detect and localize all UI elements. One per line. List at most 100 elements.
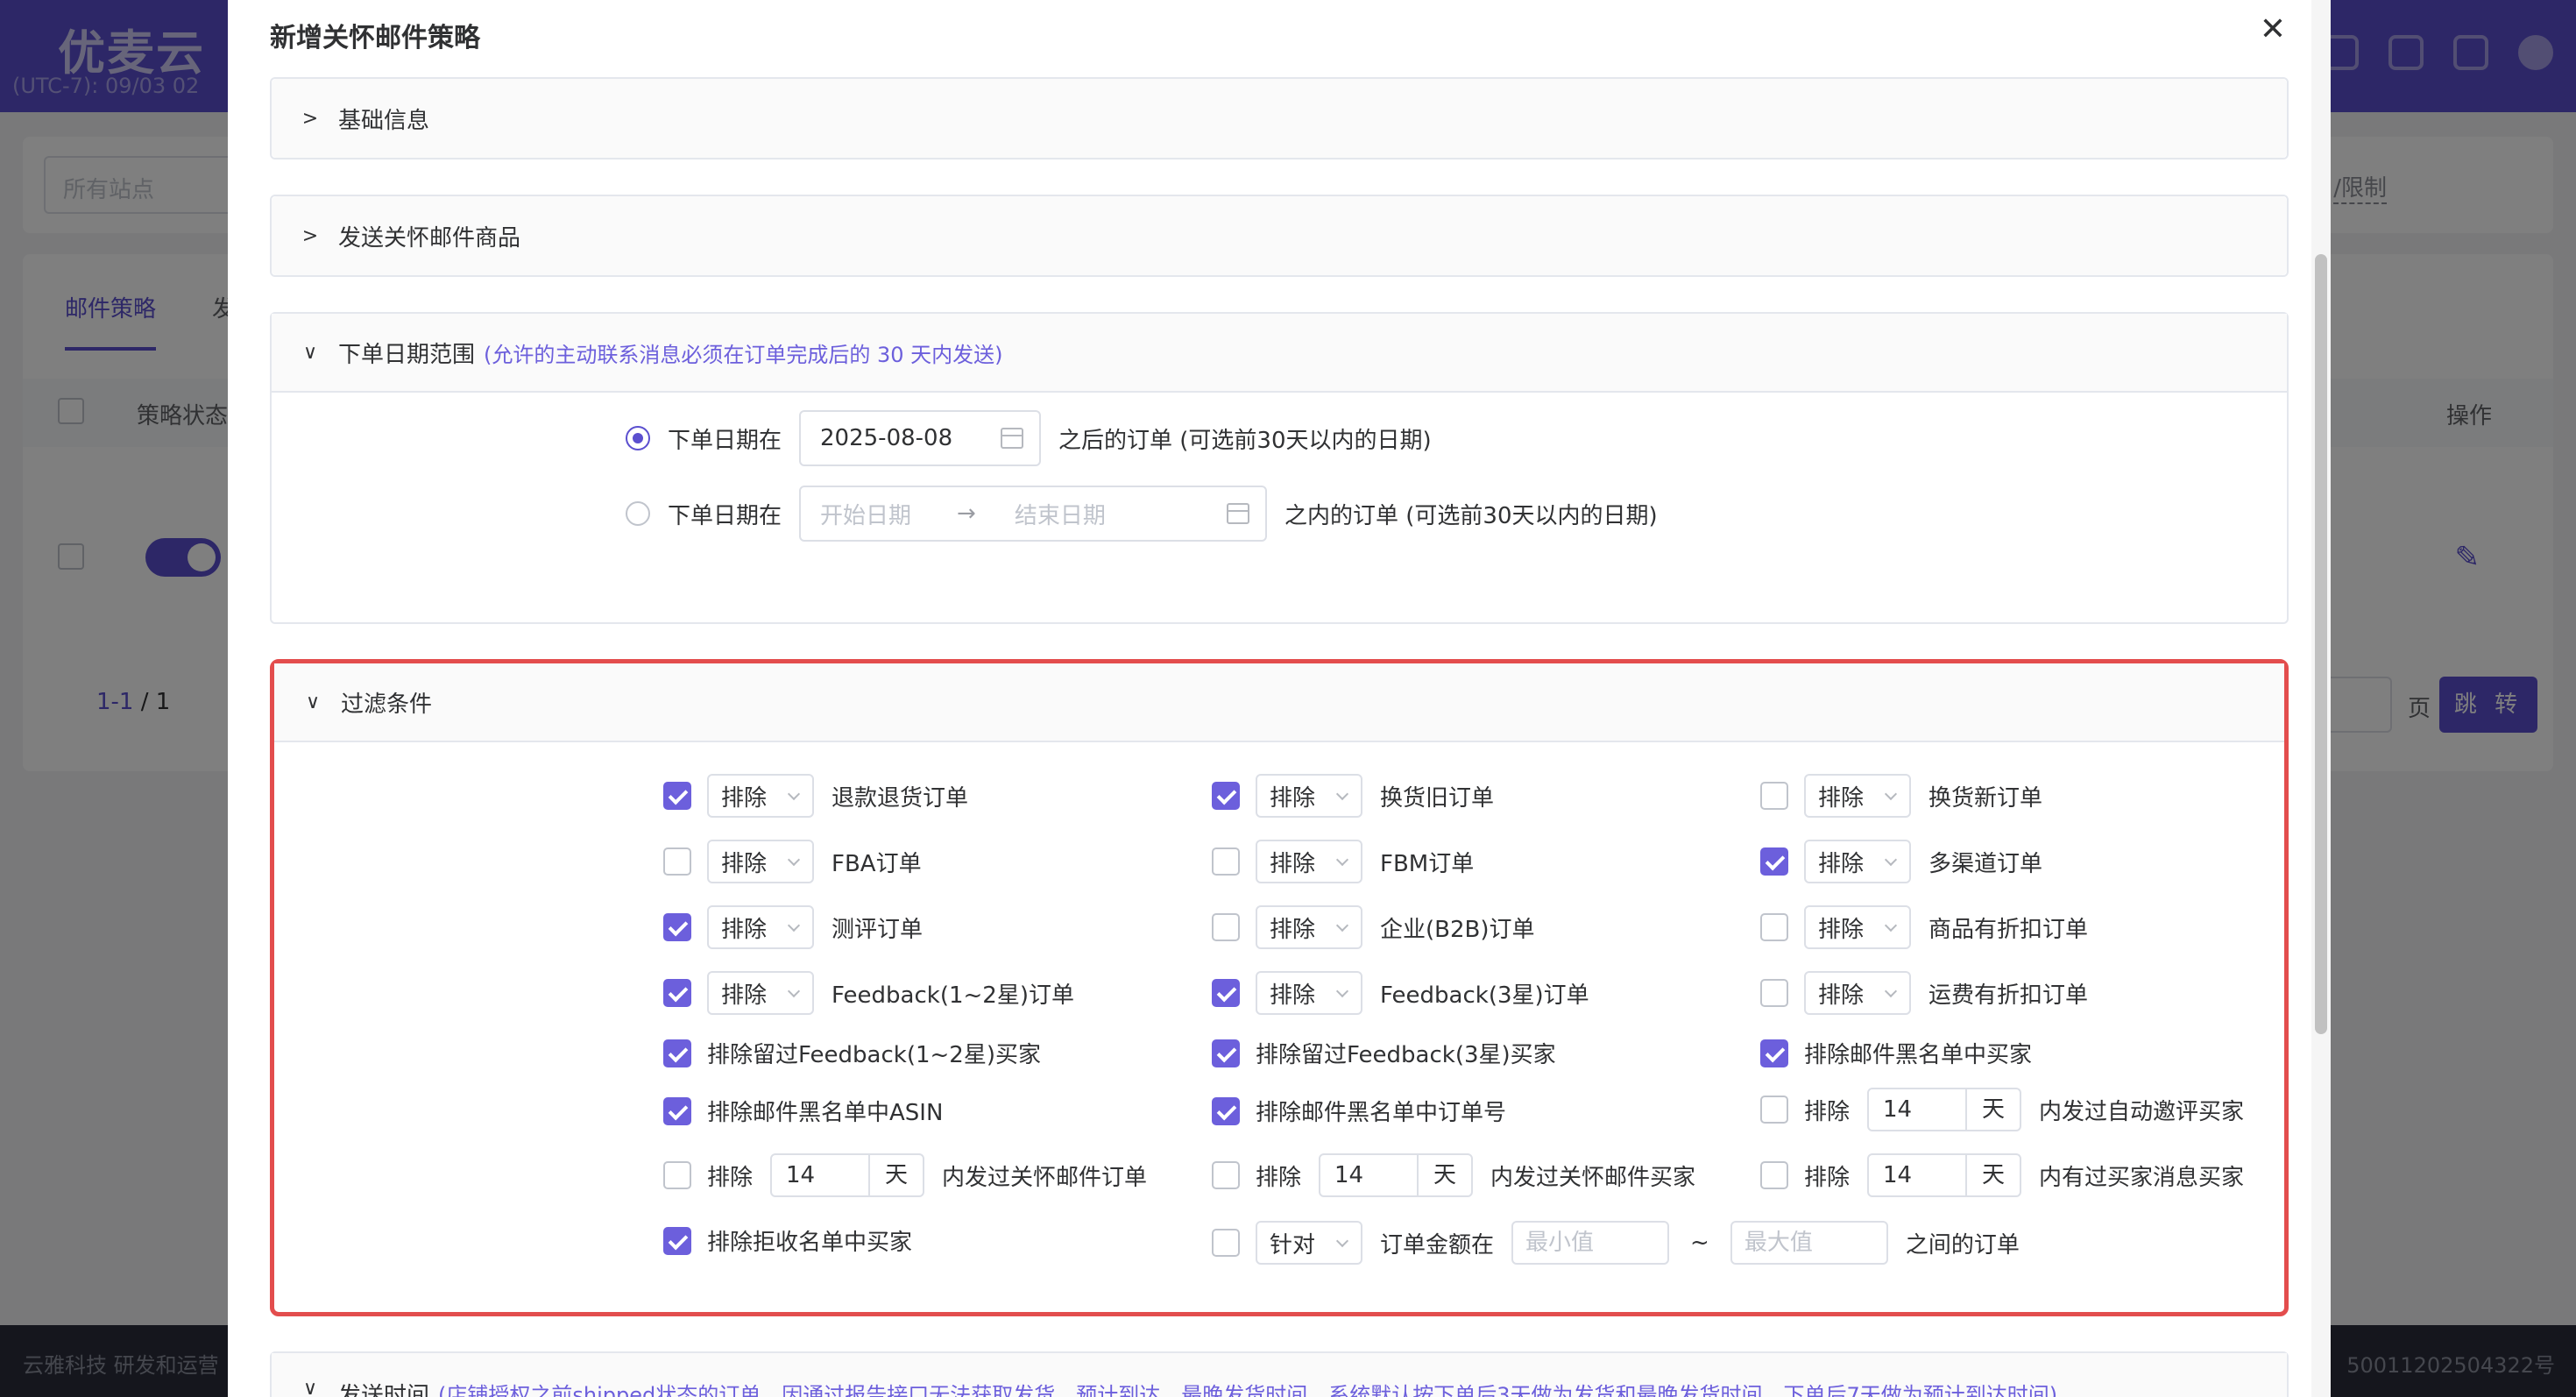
exclude-select[interactable]: 排除 <box>707 971 814 1015</box>
filter-r7c3: 排除 14 天 内有过买家消息买家 <box>1760 1153 2244 1197</box>
after-date-picker[interactable]: 2025-08-08 <box>799 410 1042 466</box>
start-date-placeholder: 开始日期 <box>820 502 912 529</box>
exclude-select[interactable]: 排除 <box>707 905 814 949</box>
days-value: 14 <box>1883 1162 1913 1188</box>
days-input[interactable]: 14 天 <box>1867 1153 2022 1197</box>
filter-r2c1: 排除 FBA订单 <box>663 840 922 883</box>
section-title: 下单日期范围 <box>338 341 476 368</box>
section-order-date-header[interactable]: ∨ 下单日期范围 (允许的主动联系消息必须在订单完成后的 30 天内发送) <box>272 314 2287 393</box>
checkbox[interactable] <box>663 782 691 810</box>
filter-r3c2: 排除 企业(B2B)订单 <box>1212 905 1535 949</box>
checkbox[interactable] <box>663 1096 691 1125</box>
checkbox[interactable] <box>1212 1229 1240 1257</box>
exclude-select[interactable]: 排除 <box>1256 905 1362 949</box>
filter-r3c3: 排除 商品有折扣订单 <box>1760 905 2088 949</box>
exclude-select[interactable]: 排除 <box>1804 971 1911 1015</box>
filter-r4c2: 排除 Feedback(3星)订单 <box>1212 971 1589 1015</box>
chevron-right-icon: > <box>301 224 319 247</box>
option1-suffix: 之后的订单 (可选前30天以内的日期) <box>1058 427 1432 454</box>
radio-after-date[interactable] <box>626 426 650 450</box>
filter-r1c2: 排除 换货旧订单 <box>1212 774 1494 818</box>
days-value: 14 <box>1334 1162 1364 1188</box>
section-basic-info-header[interactable]: > 基础信息 <box>272 79 2287 158</box>
checkbox[interactable] <box>1760 1161 1788 1189</box>
section-products-header[interactable]: > 发送关怀邮件商品 <box>272 196 2287 275</box>
days-input[interactable]: 14 天 <box>1319 1153 1474 1197</box>
filter-r6c3: 排除 14 天 内发过自动邀评买家 <box>1760 1088 2244 1131</box>
filter-label: FBM订单 <box>1380 850 1475 877</box>
checkbox[interactable] <box>663 847 691 876</box>
days-unit: 天 <box>1417 1155 1471 1195</box>
exclude-select[interactable]: 排除 <box>1804 774 1911 818</box>
filter-label: 内发过关怀邮件买家 <box>1490 1164 1696 1191</box>
exclude-label: 排除 <box>1804 1098 1851 1125</box>
scrollbar-thumb[interactable] <box>2315 254 2327 1034</box>
option2-suffix: 之内的订单 (可选前30天以内的日期) <box>1284 502 1658 529</box>
range-tilde: ~ <box>1690 1230 1709 1256</box>
checkbox[interactable] <box>1212 847 1240 876</box>
exclude-label: 排除 <box>1804 1164 1851 1191</box>
days-value: 14 <box>786 1162 816 1188</box>
chevron-down-icon: ∨ <box>302 341 318 364</box>
checkbox[interactable] <box>1212 782 1240 810</box>
option2-label: 下单日期在 <box>668 502 782 529</box>
order-amount-label: 订单金额在 <box>1380 1231 1495 1259</box>
checkbox[interactable] <box>1760 1039 1788 1067</box>
days-value: 14 <box>1883 1096 1913 1123</box>
exclude-select[interactable]: 排除 <box>1256 774 1362 818</box>
filter-label: 排除邮件黑名单中买家 <box>1804 1042 2033 1068</box>
checkbox[interactable] <box>1212 979 1240 1007</box>
checkbox[interactable] <box>1212 1161 1240 1189</box>
filter-label: 排除留过Feedback(3星)买家 <box>1256 1042 1556 1068</box>
checkbox[interactable] <box>663 1161 691 1189</box>
filter-label: 排除留过Feedback(1~2星)买家 <box>707 1042 1041 1068</box>
section-products: > 发送关怀邮件商品 <box>270 195 2289 277</box>
days-input[interactable]: 14 天 <box>1867 1088 2022 1131</box>
checkbox[interactable] <box>663 979 691 1007</box>
section-filters-header[interactable]: ∨ 过滤条件 <box>274 663 2284 742</box>
checkbox[interactable] <box>1760 847 1788 876</box>
checkbox[interactable] <box>1760 782 1788 810</box>
days-unit: 天 <box>868 1155 923 1195</box>
exclude-select[interactable]: 排除 <box>707 774 814 818</box>
exclude-label: 排除 <box>1256 1164 1302 1191</box>
radio-date-range[interactable] <box>626 501 650 526</box>
filter-label: 换货旧订单 <box>1380 784 1495 812</box>
checkbox[interactable] <box>663 1039 691 1067</box>
exclude-select[interactable]: 排除 <box>1256 840 1362 883</box>
filter-label: 企业(B2B)订单 <box>1380 916 1535 943</box>
min-amount-input[interactable]: 最小值 <box>1511 1221 1670 1265</box>
exclude-select[interactable]: 排除 <box>1804 840 1911 883</box>
filter-label: 内发过关怀邮件订单 <box>942 1164 1148 1191</box>
checkbox[interactable] <box>663 1226 691 1255</box>
checkbox[interactable] <box>1212 1096 1240 1125</box>
filter-r2c2: 排除 FBM订单 <box>1212 840 1474 883</box>
close-icon[interactable]: ✕ <box>2254 11 2292 49</box>
days-input[interactable]: 14 天 <box>770 1153 925 1197</box>
date-range-picker[interactable]: 开始日期 → 结束日期 <box>799 486 1268 542</box>
filter-r8c1: 排除拒收名单中买家 <box>663 1224 912 1257</box>
checkbox[interactable] <box>1212 913 1240 941</box>
checkbox[interactable] <box>1760 913 1788 941</box>
modal-scrollbar[interactable] <box>2311 0 2331 1397</box>
checkbox[interactable] <box>663 913 691 941</box>
section-send-time-header[interactable]: ∨ 发送时间 (店铺授权之前shipped状态的订单，因通过报告接口无法获取发货… <box>272 1353 2287 1397</box>
calendar-icon <box>1227 503 1250 524</box>
exclude-select[interactable]: 排除 <box>1256 971 1362 1015</box>
max-amount-input[interactable]: 最大值 <box>1730 1221 1888 1265</box>
exclude-select[interactable]: 排除 <box>1804 905 1911 949</box>
exclude-label: 排除 <box>707 1164 754 1191</box>
filter-label: FBA订单 <box>832 850 922 877</box>
days-unit: 天 <box>1965 1089 2020 1130</box>
section-title: 基础信息 <box>338 107 430 134</box>
filter-r5c1: 排除留过Feedback(1~2星)买家 <box>663 1037 1041 1069</box>
checkbox[interactable] <box>1760 1096 1788 1124</box>
checkbox[interactable] <box>1212 1039 1240 1067</box>
section-basic-info: > 基础信息 <box>270 77 2289 160</box>
filter-label: 测评订单 <box>832 916 924 943</box>
exclude-select[interactable]: 排除 <box>707 840 814 883</box>
checkbox[interactable] <box>1760 979 1788 1007</box>
filter-label: 多渠道订单 <box>1928 850 2043 877</box>
filter-r5c3: 排除邮件黑名单中买家 <box>1760 1037 2032 1069</box>
target-select[interactable]: 针对 <box>1256 1221 1362 1265</box>
